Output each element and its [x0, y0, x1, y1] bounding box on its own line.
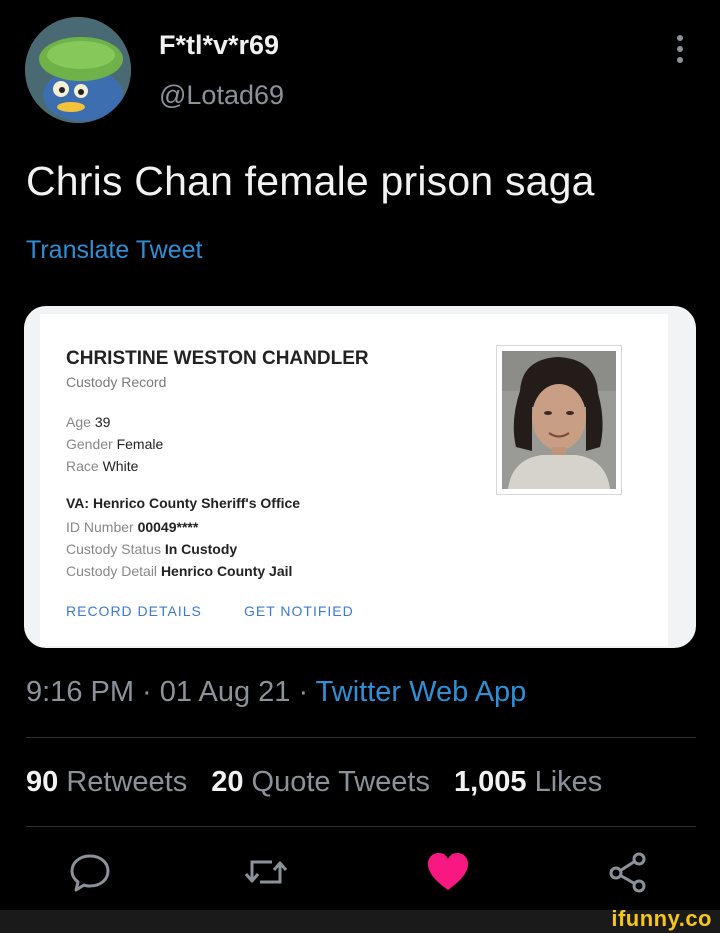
ifunny-watermark: ifunny.co — [611, 906, 712, 931]
author-handle[interactable]: @Lotad69 — [159, 80, 284, 111]
translate-tweet-link[interactable]: Translate Tweet — [26, 236, 202, 265]
race-value: White — [102, 458, 139, 474]
tweet-date: 01 Aug 21 — [159, 676, 291, 708]
record-details-link[interactable]: RECORD DETAILS — [66, 603, 202, 619]
race-field: Race White — [66, 458, 138, 474]
gender-label: Gender — [66, 436, 113, 452]
retweets-count: 90 — [26, 766, 59, 798]
likes-count: 1,005 — [453, 766, 527, 798]
mugshot-frame — [496, 345, 622, 495]
id-field: ID Number 00049**** — [66, 519, 198, 535]
heart-icon[interactable] — [426, 850, 470, 894]
mugshot-photo — [502, 351, 616, 489]
tweet-image-card[interactable]: CHRISTINE WESTON CHANDLER Custody Record… — [24, 306, 696, 648]
more-vertical-icon[interactable] — [672, 34, 688, 64]
divider — [26, 826, 696, 827]
tweet-stats: 90 Retweets 20 Quote Tweets 1,005 Likes — [26, 766, 602, 799]
quote-tweets-stat[interactable]: 20 Quote Tweets — [211, 766, 430, 798]
custody-status-label: Custody Status — [66, 541, 161, 557]
likes-label: Likes — [534, 766, 603, 798]
author-avatar[interactable] — [25, 17, 131, 123]
meta-separator: · — [290, 676, 316, 708]
gender-field: Gender Female — [66, 436, 163, 452]
tweet-source-app[interactable]: Twitter Web App — [316, 676, 527, 708]
retweets-label: Retweets — [66, 766, 188, 798]
retweet-icon[interactable] — [244, 850, 288, 894]
age-label: Age — [66, 414, 91, 430]
record-name: CHRISTINE WESTON CHANDLER — [66, 348, 369, 369]
custody-status-value: In Custody — [164, 541, 238, 557]
get-notified-link[interactable]: GET NOTIFIED — [244, 603, 354, 619]
race-label: Race — [66, 458, 99, 474]
reply-icon[interactable] — [68, 850, 112, 894]
agency-name: VA: Henrico County Sheriff's Office — [66, 495, 301, 511]
quote-tweets-count: 20 — [211, 766, 244, 798]
record-subtitle: Custody Record — [66, 374, 167, 390]
author-name[interactable]: F*tl*v*r69 — [159, 30, 279, 61]
custody-record-panel: CHRISTINE WESTON CHANDLER Custody Record… — [40, 314, 668, 646]
id-label: ID Number — [66, 519, 134, 535]
custody-status-field: Custody Status In Custody — [66, 541, 237, 557]
tweet-text: Chris Chan female prison saga — [26, 158, 595, 204]
tweet-time: 9:16 PM — [26, 676, 134, 708]
divider — [26, 737, 696, 738]
meta-separator: · — [134, 676, 160, 708]
age-field: Age 39 — [66, 414, 110, 430]
gender-value: Female — [116, 436, 164, 452]
lotad-avatar-image — [25, 17, 131, 123]
likes-stat[interactable]: 1,005 Likes — [454, 766, 602, 798]
custody-detail-field: Custody Detail Henrico County Jail — [66, 563, 292, 579]
age-value: 39 — [94, 414, 111, 430]
share-icon[interactable] — [606, 850, 650, 894]
retweets-stat[interactable]: 90 Retweets — [26, 766, 187, 798]
tweet-meta: 9:16 PM · 01 Aug 21 · Twitter Web App — [26, 676, 526, 709]
id-value: 00049**** — [137, 519, 199, 535]
custody-detail-label: Custody Detail — [66, 563, 158, 579]
quote-tweets-label: Quote Tweets — [251, 766, 430, 798]
custody-detail-value: Henrico County Jail — [160, 563, 293, 579]
